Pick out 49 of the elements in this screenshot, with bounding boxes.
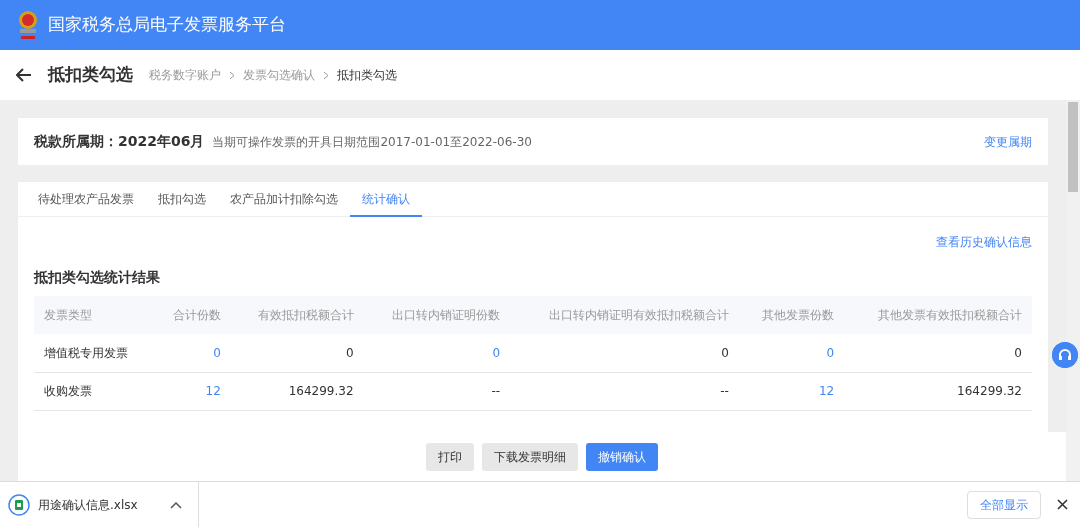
breadcrumb-item[interactable]: 发票勾选确认 xyxy=(243,66,315,84)
count-link[interactable]: 0 xyxy=(363,334,511,372)
history-link[interactable]: 查看历史确认信息 xyxy=(936,233,1032,251)
scrollbar-thumb[interactable] xyxy=(1068,102,1078,192)
breadcrumb-item: 抵扣类勾选 xyxy=(337,67,397,84)
count-link[interactable]: 12 xyxy=(738,372,845,410)
column-header: 其他发票有效抵扣税额合计 xyxy=(844,296,1032,334)
column-header: 其他发票份数 xyxy=(738,296,845,334)
change-period-link[interactable]: 变更属期 xyxy=(984,132,1032,151)
chevron-up-icon[interactable] xyxy=(169,500,182,509)
column-header: 出口转内销证明有效抵扣税额合计 xyxy=(510,296,739,334)
platform-title: 国家税务总局电子发票服务平台 xyxy=(48,13,286,37)
chevron-right-icon xyxy=(323,70,329,80)
tab[interactable]: 待处理农产品发票 xyxy=(26,182,146,217)
count-link[interactable]: 0 xyxy=(153,334,231,372)
section-title: 抵扣类勾选统计结果 xyxy=(34,268,161,287)
breadcrumb-item[interactable]: 税务数字账户 xyxy=(149,66,221,84)
table-cell: -- xyxy=(363,372,511,410)
tab[interactable]: 农产品加计扣除勾选 xyxy=(218,182,350,217)
tab[interactable]: 统计确认 xyxy=(350,182,422,217)
column-header: 出口转内销证明份数 xyxy=(363,296,511,334)
date-range-note: 当期可操作发票的开具日期范围2017-01-01至2022-06-30 xyxy=(212,133,532,151)
show-all-button[interactable]: 全部显示 xyxy=(967,490,1041,519)
count-link[interactable]: 12 xyxy=(153,372,231,410)
chevron-right-icon xyxy=(229,70,235,80)
revoke-button[interactable]: 撤销确认 xyxy=(586,442,658,471)
spreadsheet-file-icon xyxy=(8,493,30,516)
back-arrow-icon[interactable] xyxy=(16,68,32,82)
table-cell: 收购发票 xyxy=(34,372,153,410)
table-cell: 0 xyxy=(844,334,1032,372)
column-header: 有效抵扣税额合计 xyxy=(230,296,364,334)
file-name[interactable]: 用途确认信息.xlsx xyxy=(38,495,138,514)
table-cell: 0 xyxy=(230,334,364,372)
close-icon[interactable] xyxy=(1057,499,1068,510)
action-button[interactable]: 下载发票明细 xyxy=(482,442,578,471)
column-header: 合计份数 xyxy=(153,296,231,334)
column-header: 发票类型 xyxy=(34,296,153,334)
emblem-icon xyxy=(16,9,40,41)
tab[interactable]: 抵扣勾选 xyxy=(146,182,218,217)
page-title: 抵扣类勾选 xyxy=(48,63,133,87)
table-cell: 增值税专用发票 xyxy=(34,334,153,372)
table-cell: -- xyxy=(510,372,739,410)
table-cell: 164299.32 xyxy=(844,372,1032,410)
action-button[interactable]: 打印 xyxy=(426,442,474,471)
count-link[interactable]: 0 xyxy=(738,334,845,372)
tax-period: 税款所属期：2022年06月 xyxy=(34,132,205,151)
table-cell: 164299.32 xyxy=(230,372,364,410)
table-cell: 0 xyxy=(510,334,739,372)
headset-icon[interactable] xyxy=(1052,342,1078,368)
